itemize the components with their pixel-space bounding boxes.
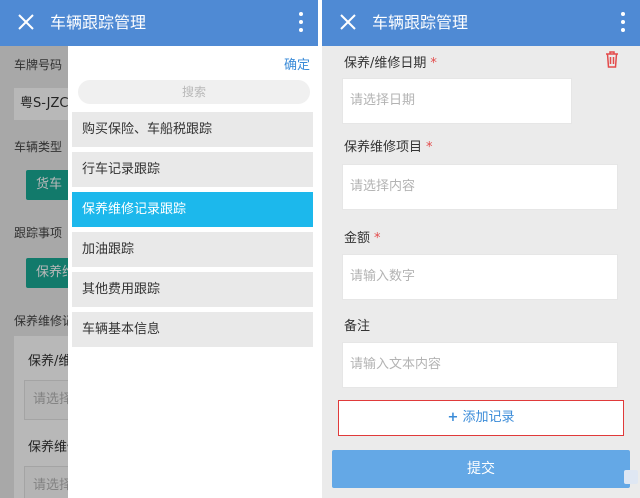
remark-input[interactable]: 请输入文本内容 — [342, 342, 618, 388]
app-bar: 车辆跟踪管理 — [0, 0, 318, 46]
dim-overlay[interactable] — [0, 46, 68, 498]
option-item[interactable]: 购买保险、车船税跟踪 — [72, 112, 313, 147]
page-title: 车辆跟踪管理 — [372, 13, 469, 32]
amount-label: 金额 * — [344, 231, 381, 246]
date-input[interactable]: 请选择日期 — [342, 78, 572, 124]
required-mark: * — [430, 56, 437, 71]
remark-label: 备注 — [344, 319, 371, 334]
page-title: 车辆跟踪管理 — [50, 13, 147, 32]
right-screen: 车辆跟踪管理 保养/维修日期 * 请选择日期 保养维修项目 * 请选择内容 金额 * … — [322, 0, 640, 498]
required-mark: * — [374, 231, 381, 246]
add-record-button[interactable]: + 添加记录 — [338, 400, 624, 436]
plus-icon: + — [447, 410, 459, 425]
search-input[interactable]: 搜索 — [78, 80, 310, 104]
item-label: 保养维修项目 * — [344, 140, 433, 155]
app-bar: 车辆跟踪管理 — [322, 0, 640, 46]
required-mark: * — [426, 140, 433, 155]
date-label: 保养/维修日期 * — [344, 56, 437, 71]
option-item[interactable]: 加油跟踪 — [72, 232, 313, 267]
more-vert-icon[interactable] — [620, 12, 626, 34]
option-item[interactable]: 保养维修记录跟踪 — [72, 192, 313, 227]
amount-input[interactable]: 请输入数字 — [342, 254, 618, 300]
submit-button[interactable]: 提交 — [332, 450, 630, 488]
left-screen: 车辆跟踪管理 车牌号码 粤S-JZC5 车辆类型 货车 跟踪事项 保养维修 保养… — [0, 0, 318, 498]
item-input[interactable]: 请选择内容 — [342, 164, 618, 210]
select-panel: 确定 搜索 购买保险、车船税跟踪 行车记录跟踪 保养维修记录跟踪 加油跟踪其他费用跟踪… — [68, 46, 318, 498]
menu-icon[interactable] — [624, 470, 638, 484]
close-icon[interactable] — [336, 10, 360, 34]
option-item[interactable]: 车辆基本信息 — [72, 312, 313, 347]
confirm-button[interactable]: 确定 — [284, 54, 310, 73]
option-item[interactable]: 行车记录跟踪 — [72, 152, 313, 187]
close-icon[interactable] — [14, 10, 38, 34]
option-item[interactable]: 其他费用跟踪 — [72, 272, 313, 307]
add-record-label: 添加记录 — [462, 410, 515, 425]
trash-icon[interactable] — [604, 50, 620, 68]
more-vert-icon[interactable] — [298, 12, 304, 34]
